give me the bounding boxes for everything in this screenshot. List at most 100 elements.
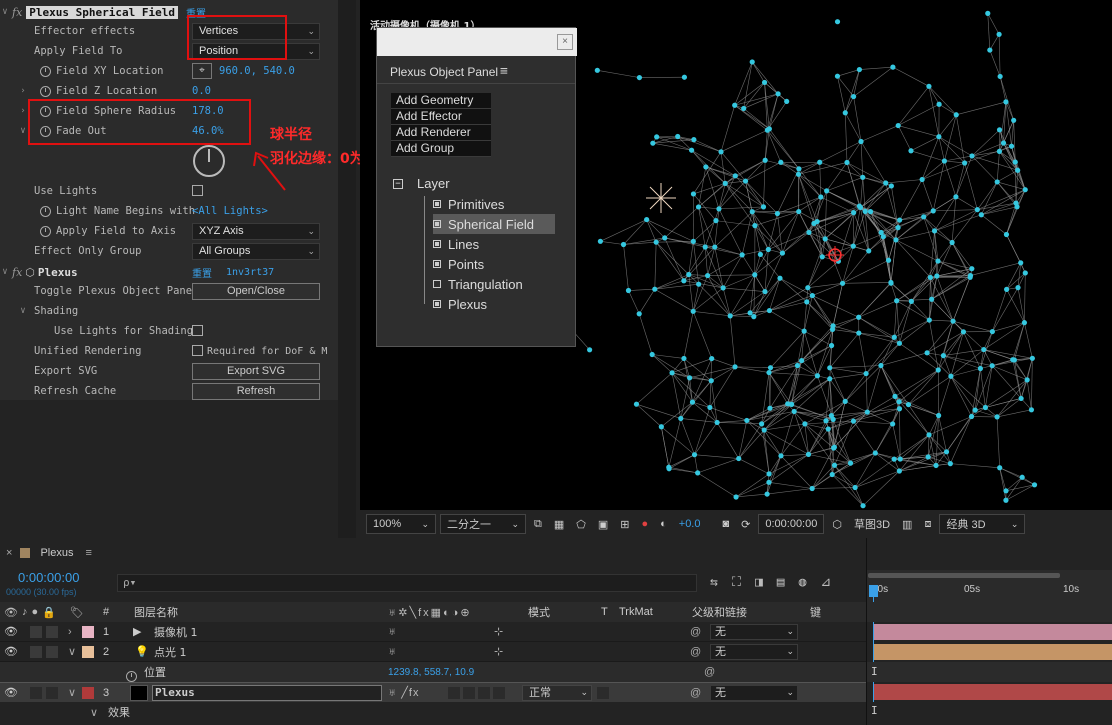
- renderer-3d-icon[interactable]: ⬡: [828, 514, 846, 534]
- view-mode-dropdown[interactable]: 经典 3D ⌄: [939, 514, 1026, 534]
- tree-item-primitives[interactable]: Primitives: [433, 194, 504, 214]
- switch-box[interactable]: [493, 687, 505, 699]
- resolution-dropdown[interactable]: 二分之一 ⌄: [440, 514, 526, 534]
- 3d-layer-icon[interactable]: ⊹: [494, 645, 503, 658]
- tree-item-points[interactable]: Points: [433, 254, 484, 274]
- effect-group-dropdown[interactable]: All Groups ⌄: [192, 243, 320, 260]
- fast-preview-icon[interactable]: ⧉: [530, 514, 546, 534]
- visibility-eye-icon[interactable]: 👁: [4, 625, 18, 638]
- twirl-open-icon[interactable]: ∨: [90, 706, 98, 719]
- blend-mode-dropdown[interactable]: 正常 ⌄: [522, 685, 592, 701]
- motion-blur-icon[interactable]: ◍: [799, 575, 807, 590]
- use-lights-checkbox[interactable]: [192, 185, 203, 196]
- tree-item-lines[interactable]: Lines: [433, 234, 479, 254]
- draft-3d-icon[interactable]: ⛶: [732, 575, 741, 590]
- lock-switch[interactable]: [46, 626, 58, 638]
- exposure-icon[interactable]: ◐: [656, 514, 671, 534]
- layer-name[interactable]: 点光 1: [154, 644, 187, 660]
- trkmat-box[interactable]: [597, 687, 609, 699]
- solo-icon[interactable]: ●: [31, 606, 38, 618]
- hamburger-icon[interactable]: ≡: [500, 64, 508, 79]
- label-color-swatch[interactable]: [82, 646, 94, 658]
- hide-shy-icon[interactable]: ◨: [755, 575, 763, 590]
- layout-icon[interactable]: ▥: [898, 514, 916, 534]
- switch-box[interactable]: [478, 687, 490, 699]
- add-group-button[interactable]: Add Group: [391, 141, 491, 157]
- exposure-value[interactable]: +0.0: [675, 514, 705, 534]
- layer-switches-icons[interactable]: ♅ ╱fx: [388, 686, 420, 699]
- spherical-field-header[interactable]: ∨ fx Plexus Spherical Field 重置: [0, 2, 338, 22]
- switch-box[interactable]: [463, 687, 475, 699]
- eye-icon[interactable]: 👁: [4, 606, 18, 619]
- close-icon[interactable]: ×: [557, 34, 573, 50]
- fx-icon[interactable]: fx: [12, 266, 22, 279]
- solo-switch[interactable]: [30, 646, 42, 658]
- region-icon[interactable]: ▣: [594, 514, 612, 534]
- timeline-tab[interactable]: × Plexus ≡: [0, 544, 92, 562]
- solo-switch[interactable]: [30, 626, 42, 638]
- timeline-timecode[interactable]: 0:00:00:00: [18, 570, 79, 585]
- twirl-open-icon[interactable]: ∨: [68, 645, 76, 658]
- transparency-grid-icon[interactable]: ▦: [550, 514, 568, 534]
- visibility-eye-icon[interactable]: 👁: [4, 645, 18, 658]
- twirl-open-icon[interactable]: ∨: [0, 267, 10, 277]
- label-icon[interactable]: 🏷: [70, 606, 84, 619]
- field-xy-value[interactable]: 960.0, 540.0: [219, 65, 295, 77]
- twirl-open-icon[interactable]: ∨: [18, 126, 28, 136]
- position-value[interactable]: 1239.8, 558.7, 10.9: [388, 667, 474, 678]
- parent-dropdown[interactable]: 无 ⌄: [710, 624, 798, 640]
- layer-name-input[interactable]: Plexus: [152, 685, 382, 701]
- twirl-open-icon[interactable]: ∨: [18, 306, 28, 316]
- stopwatch-icon[interactable]: [40, 85, 51, 97]
- shy-switch-icon[interactable]: ♅: [388, 646, 396, 658]
- tree-item-plexus[interactable]: Plexus: [433, 294, 487, 314]
- parent-dropdown[interactable]: 无 ⌄: [710, 685, 798, 701]
- lock-icon[interactable]: 🔒: [42, 606, 56, 619]
- visibility-eye-icon[interactable]: 👁: [4, 686, 18, 699]
- views-icon[interactable]: ⧈: [920, 514, 935, 534]
- pickwhip-icon[interactable]: @: [690, 646, 701, 658]
- twirl-closed-icon[interactable]: ›: [18, 86, 28, 96]
- tree-root[interactable]: − Layer: [393, 176, 450, 191]
- parent-dropdown[interactable]: 无 ⌄: [710, 644, 798, 660]
- property-row-position[interactable]: 位置 1239.8, 558.7, 10.9 @: [0, 662, 866, 682]
- light-name-value[interactable]: <All Lights>: [192, 205, 268, 217]
- apply-axis-dropdown[interactable]: XYZ Axis ⌄: [192, 223, 320, 240]
- stopwatch-icon[interactable]: [126, 670, 137, 682]
- unified-rendering-checkbox[interactable]: [192, 345, 203, 356]
- light-crosshair-icon[interactable]: [646, 183, 676, 213]
- export-svg-button[interactable]: Export SVG: [192, 363, 320, 380]
- layer-bar-plexus[interactable]: [874, 684, 1112, 700]
- graph-editor-icon[interactable]: ⊿: [820, 575, 831, 590]
- twirl-closed-icon[interactable]: ›: [68, 626, 72, 638]
- fx-icon[interactable]: fx: [12, 6, 22, 19]
- layer-bar-light[interactable]: [874, 644, 1112, 660]
- add-geometry-button[interactable]: Add Geometry: [391, 93, 491, 109]
- twirl-open-icon[interactable]: ∨: [0, 7, 10, 17]
- pickwhip-icon[interactable]: @: [690, 626, 701, 638]
- work-area-bar[interactable]: [868, 573, 1060, 578]
- plexus-reset-link[interactable]: 重置: [192, 265, 212, 280]
- stopwatch-icon[interactable]: [40, 225, 51, 237]
- col-layer-name[interactable]: 图层名称: [134, 604, 178, 620]
- collapse-icon[interactable]: −: [393, 178, 403, 189]
- camera-snapshot-icon[interactable]: ◙: [718, 514, 733, 534]
- switch-box[interactable]: [448, 687, 460, 699]
- time-ruler[interactable]: 00s 05s 10s: [866, 570, 1112, 602]
- zoom-dropdown[interactable]: 100% ⌄: [366, 514, 436, 534]
- keyframe-marker-icon[interactable]: I: [871, 665, 878, 678]
- comp-mini-flowchart-icon[interactable]: ⇆: [710, 575, 718, 590]
- show-snapshot-icon[interactable]: ⟳: [737, 514, 754, 534]
- property-row-effects[interactable]: ∨ 效果: [0, 702, 866, 722]
- layer-search-input[interactable]: ρ▾: [117, 574, 697, 592]
- audio-icon[interactable]: ♪: [22, 606, 28, 618]
- guides-icon[interactable]: ⊞: [616, 514, 633, 534]
- stopwatch-icon[interactable]: [40, 205, 51, 217]
- hamburger-icon[interactable]: ≡: [85, 547, 91, 559]
- layer-row-light[interactable]: 👁 ∨ 2 💡 点光 1 ♅ ⊹ @ 无 ⌄: [0, 642, 866, 662]
- label-color-swatch[interactable]: [82, 626, 94, 638]
- shy-switch-icon[interactable]: ♅: [388, 626, 396, 638]
- keyframe-marker-icon[interactable]: I: [871, 704, 878, 717]
- layer-row-plexus[interactable]: 👁 ∨ 3 Plexus ♅ ╱fx 正常 ⌄ @ 无 ⌄: [0, 682, 866, 702]
- lock-switch[interactable]: [46, 646, 58, 658]
